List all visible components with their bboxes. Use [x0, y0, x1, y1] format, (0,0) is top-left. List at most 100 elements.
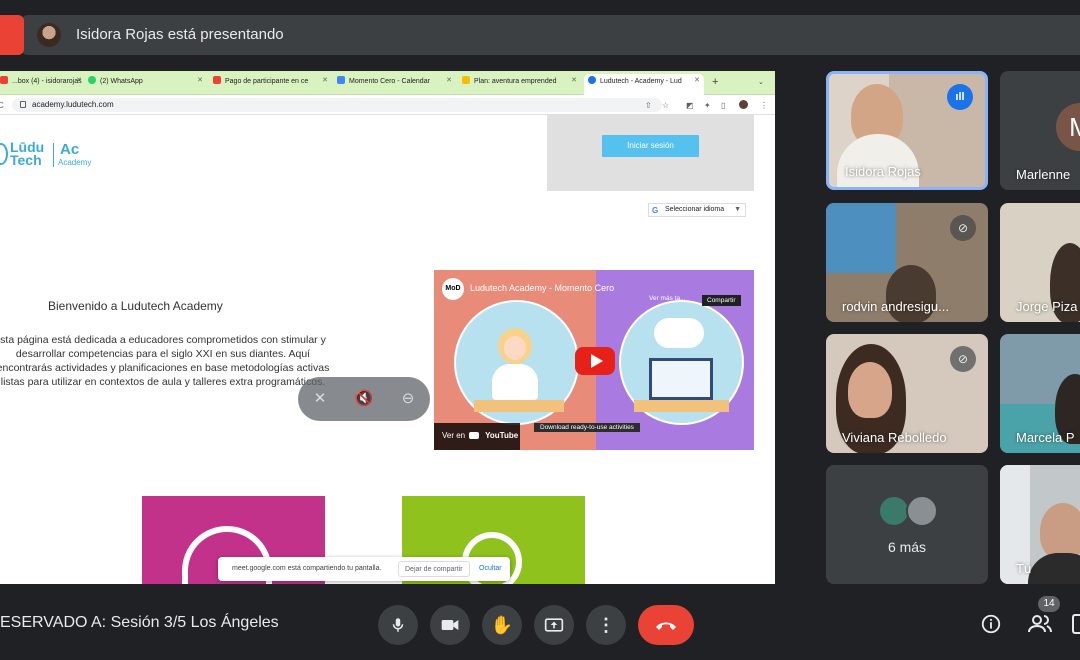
tile-hover-controls: ✕ 🔇 ⊖: [298, 377, 430, 421]
video-caption: Download ready-to-use activities: [534, 423, 640, 432]
calendar-icon: [337, 76, 345, 84]
channel-avatar[interactable]: MoD: [442, 278, 464, 300]
meeting-title: ESERVADO A: Sesión 3/5 Los Ángeles: [0, 614, 279, 631]
shared-screen: ...box (4) - isidorarojas ✕ (2) WhatsApp ✕…: [0, 71, 775, 584]
reload-icon[interactable]: C: [0, 101, 4, 110]
browser-tab[interactable]: ...box (4) - isidorarojas ✕: [0, 76, 82, 92]
more-vert-icon: ⋮: [597, 614, 615, 635]
participant-name: Marcela P: [1016, 430, 1075, 445]
microphone-button[interactable]: [378, 605, 418, 645]
welcome-body: sta página está dedicada a educadores co…: [0, 334, 330, 388]
people-button[interactable]: [1027, 612, 1053, 636]
raise-hand-button[interactable]: ✋: [482, 605, 522, 645]
video-title[interactable]: Ludutech Academy - Momento Cero: [470, 283, 614, 293]
google-icon: G: [652, 206, 659, 215]
participant-name: Jorge Piza: [1016, 299, 1078, 314]
hang-up-icon: [656, 622, 676, 630]
browser-tab[interactable]: (2) WhatsApp ✕: [88, 76, 203, 92]
hide-button[interactable]: Ocultar: [479, 565, 502, 572]
remove-icon[interactable]: ⊖: [398, 389, 418, 409]
dropdown-arrow-icon: ▼: [734, 206, 741, 213]
participant-tile-marlenne[interactable]: M Marlenne: [1000, 71, 1080, 190]
new-tab-icon[interactable]: +: [712, 76, 718, 88]
present-screen-button[interactable]: [534, 605, 574, 645]
sidebar-icon[interactable]: ▯: [721, 101, 725, 110]
unpin-icon[interactable]: ✕: [310, 389, 330, 409]
more-options-button[interactable]: ⋮: [586, 605, 626, 645]
desk-illustration: [634, 400, 729, 412]
avatar: [906, 495, 938, 527]
presenting-banner: Isidora Rojas está presentando: [0, 15, 1080, 55]
hand-icon: ✋: [490, 614, 514, 635]
browser-tab[interactable]: Momento Cero - Calendar ✕: [337, 76, 452, 92]
close-icon[interactable]: ✕: [694, 76, 700, 84]
login-button[interactable]: Iniciar sesión: [602, 135, 699, 157]
share-tooltip: Compartir: [702, 295, 741, 306]
play-icon: [591, 354, 603, 368]
participant-tile-isidora[interactable]: ıll Isidora Rojas: [826, 71, 988, 190]
participant-face: [848, 362, 892, 418]
browser-tab-active[interactable]: Ludutech - Academy - Lud ✕: [584, 74, 704, 95]
presenting-label: Isidora Rojas está presentando: [76, 26, 284, 43]
info-icon: [981, 614, 1001, 634]
menu-kebab-icon[interactable]: ⋮: [760, 101, 768, 110]
puzzle-icon[interactable]: ✦: [704, 101, 711, 110]
self-view-tile[interactable]: Tú: [1000, 465, 1080, 584]
watch-later[interactable]: Ver más ta...: [649, 295, 686, 302]
mic-off-icon: ⊘: [950, 215, 976, 241]
more-participants-tile[interactable]: 6 más: [826, 465, 988, 584]
share-icon[interactable]: ⇧: [645, 101, 652, 110]
present-icon: [544, 618, 564, 632]
share-notice-message: meet.google.com está compartiendo tu pan…: [232, 565, 382, 572]
slides-icon: [462, 76, 470, 84]
browser-tab-strip: ...box (4) - isidorarojas ✕ (2) WhatsApp ✕…: [0, 71, 775, 95]
language-select[interactable]: G Seleccionar idioma ▼: [648, 203, 746, 217]
mute-audio-icon[interactable]: 🔇: [354, 389, 374, 409]
participant-video: [1040, 503, 1080, 559]
close-icon[interactable]: ✕: [197, 76, 203, 84]
participant-name: rodvin andresigu...: [842, 299, 949, 314]
people-icon: [1028, 615, 1052, 633]
profile-avatar[interactable]: [739, 100, 748, 109]
leave-presentation-edge[interactable]: [0, 15, 24, 55]
close-icon[interactable]: ✕: [446, 76, 452, 84]
mic-off-icon: ⊘: [950, 346, 976, 372]
desk-illustration: [474, 400, 564, 412]
meeting-details-button[interactable]: [980, 613, 1002, 635]
youtube-icon: [469, 432, 480, 439]
camera-icon: [441, 620, 459, 630]
whatsapp-icon: [88, 76, 96, 84]
close-icon[interactable]: ✕: [76, 76, 82, 84]
youtube-video-embed[interactable]: MoD Ludutech Academy - Momento Cero Ver …: [434, 270, 754, 450]
chat-icon[interactable]: [1072, 614, 1080, 634]
extension-icon[interactable]: ◩: [686, 101, 694, 110]
wall-poster: [826, 203, 896, 273]
close-icon[interactable]: ✕: [571, 76, 577, 84]
camera-button[interactable]: [430, 605, 470, 645]
logo-text-tech: Tech: [10, 152, 42, 168]
address-bar: C academy.ludutech.com ⇧ ☆ ◩ ✦ ▯ ⋮: [0, 95, 775, 115]
browser-tab[interactable]: Plan: aventura emprended ✕: [462, 76, 577, 92]
participant-tile-rodvin[interactable]: ⊘ rodvin andresigu...: [826, 203, 988, 322]
leave-call-button[interactable]: [638, 605, 694, 645]
chevron-down-icon[interactable]: ⌄: [758, 78, 764, 86]
cloud-illustration: [654, 318, 704, 348]
logo-mark: [0, 143, 8, 165]
speaking-indicator-icon: ıll: [947, 84, 973, 110]
watch-on-youtube-button[interactable]: Ver en YouTube: [434, 423, 520, 450]
bookmark-star-icon[interactable]: ☆: [662, 101, 669, 110]
site-favicon: [588, 76, 596, 84]
participant-tile-marcela[interactable]: Marcela P: [1000, 334, 1080, 453]
microphone-icon: [392, 618, 404, 632]
more-participants-label: 6 más: [887, 539, 927, 555]
url-field[interactable]: academy.ludutech.com: [12, 98, 662, 112]
stop-sharing-button[interactable]: Dejar de compartir: [398, 561, 470, 577]
participant-tile-viviana[interactable]: ⊘ Viviana Rebolledo: [826, 334, 988, 453]
participant-shirt: [1028, 553, 1080, 584]
welcome-title: Bienvenido a Ludutech Academy: [48, 299, 223, 313]
participant-name: Tú: [1016, 561, 1032, 576]
close-icon[interactable]: ✕: [322, 76, 328, 84]
girl-face: [504, 336, 526, 360]
browser-tab[interactable]: Pago de participante en ce ✕: [213, 76, 328, 92]
participant-tile-jorge[interactable]: Jorge Piza: [1000, 203, 1080, 322]
